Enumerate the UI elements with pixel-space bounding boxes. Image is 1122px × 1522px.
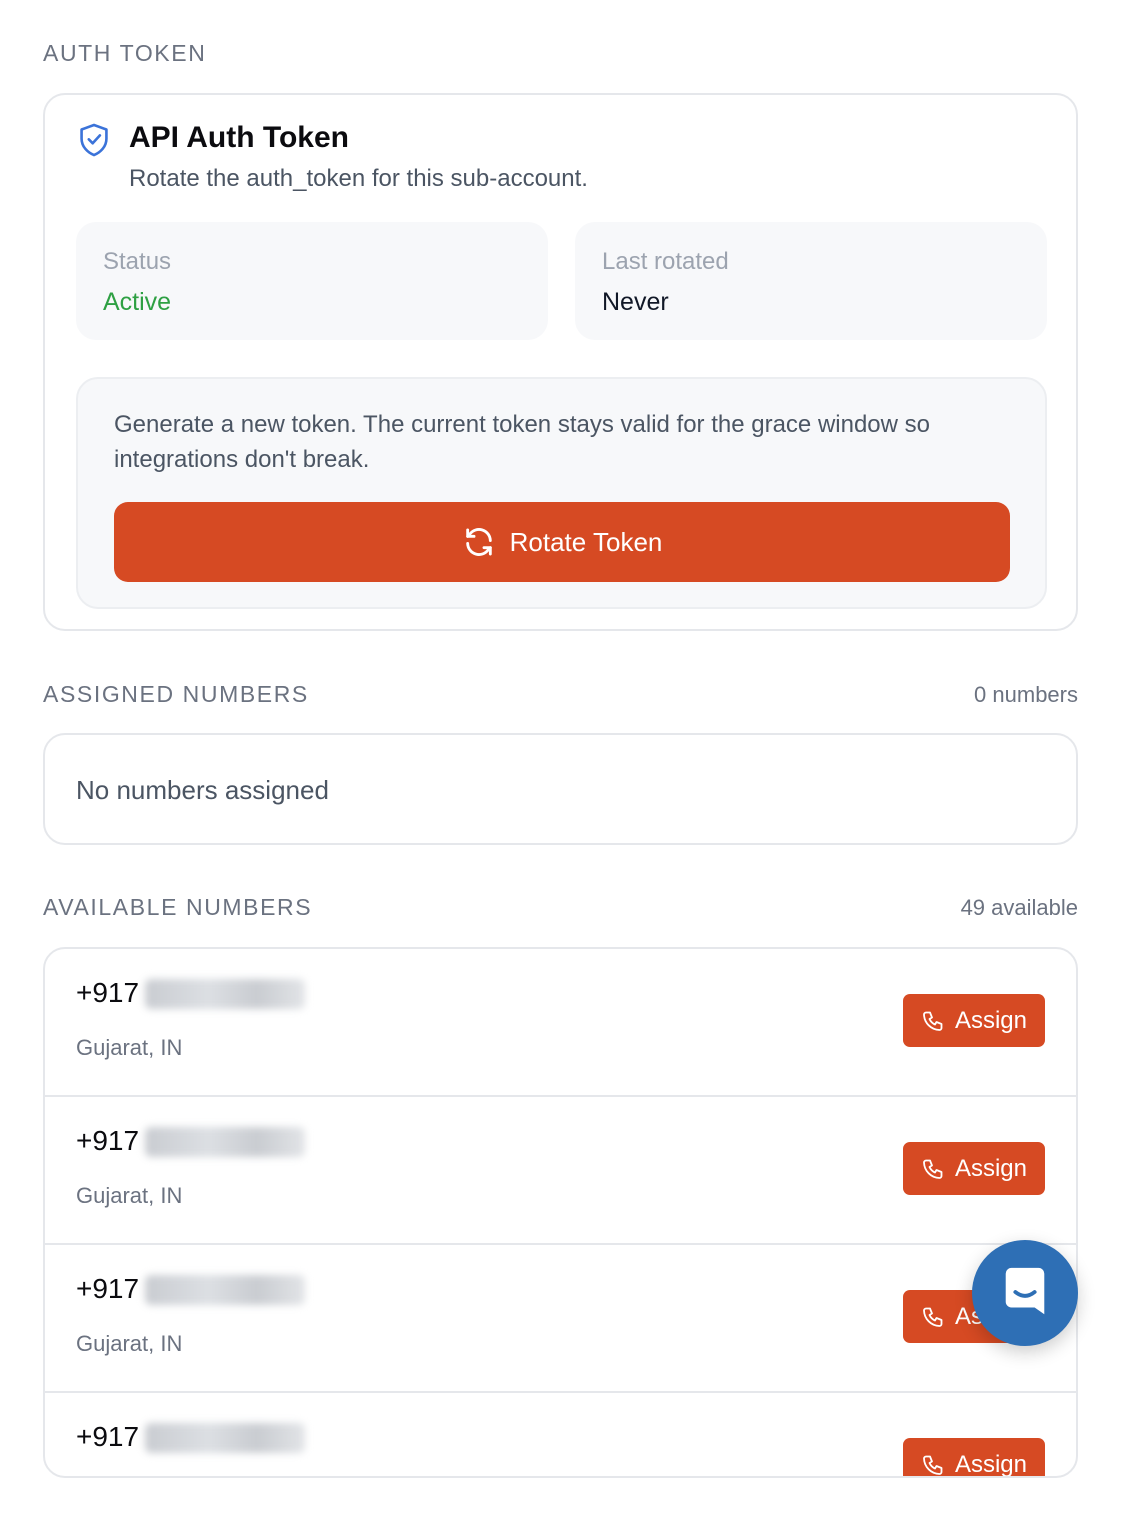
list-item: +917 Gujarat, IN Assign bbox=[45, 949, 1076, 1097]
status-value: Active bbox=[103, 288, 172, 316]
phone-icon bbox=[923, 1455, 943, 1475]
status-panel: Status Active bbox=[76, 222, 548, 340]
assign-label: Assign bbox=[954, 1006, 1028, 1034]
redacted-number bbox=[145, 1423, 305, 1453]
phone-icon bbox=[923, 1307, 943, 1327]
card-subtitle: Rotate the auth_token for this sub-accou… bbox=[129, 165, 588, 192]
available-numbers-section-label: AVAILABLE NUMBERS bbox=[43, 894, 313, 920]
rotate-token-button[interactable]: Rotate Token bbox=[114, 502, 1010, 582]
auth-token-card: API Auth Token Rotate the auth_token for… bbox=[43, 93, 1078, 631]
redacted-number bbox=[145, 979, 305, 1009]
status-label: Status bbox=[103, 248, 172, 275]
phone-icon bbox=[923, 1159, 943, 1179]
available-numbers-count: 49 available bbox=[960, 895, 1078, 920]
assign-label: Assign bbox=[954, 1154, 1028, 1182]
available-numbers-list: +917 Gujarat, IN Assign +917 Gujarat, IN… bbox=[43, 947, 1078, 1478]
refresh-icon bbox=[465, 528, 492, 556]
number-location: Gujarat, IN bbox=[76, 1183, 183, 1208]
last-rotated-value: Never bbox=[602, 288, 669, 316]
assign-label: Assign bbox=[954, 1450, 1028, 1478]
list-item: +917 Gujarat, IN Assign bbox=[45, 1097, 1076, 1245]
assign-button[interactable]: Assign bbox=[903, 1438, 1045, 1478]
phone-icon bbox=[923, 1011, 943, 1031]
redacted-number bbox=[145, 1275, 305, 1305]
number-location: Gujarat, IN bbox=[76, 1035, 183, 1060]
rotate-token-panel: Generate a new token. The current token … bbox=[76, 377, 1047, 609]
assigned-numbers-card: No numbers assigned bbox=[43, 733, 1078, 845]
chat-launcher-button[interactable] bbox=[972, 1240, 1078, 1346]
list-item: +917 Gujarat, IN Assign bbox=[45, 1245, 1076, 1393]
shield-check-icon bbox=[80, 123, 108, 157]
empty-state-text: No numbers assigned bbox=[76, 775, 329, 805]
phone-number-prefix: +917 bbox=[76, 1125, 140, 1156]
card-title: API Auth Token bbox=[129, 121, 349, 154]
assigned-numbers-count: 0 numbers bbox=[974, 682, 1078, 707]
number-location: Gujarat, IN bbox=[76, 1331, 183, 1356]
auth-token-section-label: AUTH TOKEN bbox=[43, 40, 207, 66]
assign-button[interactable]: Assign bbox=[903, 1142, 1045, 1195]
rotate-description: Generate a new token. The current token … bbox=[114, 411, 930, 473]
phone-number-prefix: +917 bbox=[76, 1273, 140, 1304]
assign-button[interactable]: Assign bbox=[903, 994, 1045, 1047]
chat-icon bbox=[1005, 1267, 1045, 1315]
phone-number-prefix: +917 bbox=[76, 1421, 140, 1452]
redacted-number bbox=[145, 1127, 305, 1157]
phone-number-prefix: +917 bbox=[76, 977, 140, 1008]
last-rotated-label: Last rotated bbox=[602, 248, 729, 275]
last-rotated-panel: Last rotated Never bbox=[575, 222, 1047, 340]
list-item: +917 Assign bbox=[45, 1393, 1076, 1478]
assigned-numbers-section-label: ASSIGNED NUMBERS bbox=[43, 681, 309, 707]
rotate-token-label: Rotate Token bbox=[509, 526, 663, 557]
